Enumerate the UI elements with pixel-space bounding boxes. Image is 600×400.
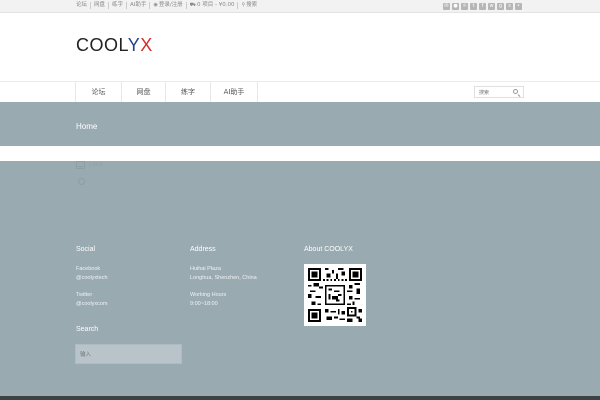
footer-social-facebook-label: Facebook <box>76 266 101 272</box>
circle-icon <box>78 178 85 185</box>
search-icon: ⚲ <box>241 2 246 8</box>
top-nav-calligraphy[interactable]: 练字 <box>109 2 128 9</box>
cart-icon: ⛟ <box>189 2 196 8</box>
menu-item-forum[interactable]: 论坛 <box>76 82 122 102</box>
cart-label: 0 项目 - ¥0.00 <box>196 2 235 8</box>
site-logo[interactable]: COOLYX <box>76 35 153 56</box>
footer-about-heading: About COOLYX <box>304 246 353 253</box>
menu-item-ai[interactable]: AI助手 <box>211 82 258 102</box>
footer-address-line2: Longhua, Shenzhen, China <box>190 275 257 281</box>
page-title-bar: Home <box>0 102 600 146</box>
footer-address-heading: Address <box>190 246 216 253</box>
rss-icon[interactable]: ☼ <box>461 3 468 10</box>
facebook-icon[interactable]: f <box>479 3 486 10</box>
login-label: 登录/注册 <box>158 2 183 8</box>
main-menu: 论坛 网盘 练字 AI助手 <box>75 82 258 102</box>
github-icon[interactable]: g <box>497 3 504 10</box>
qr-code-image <box>304 264 366 326</box>
top-nav-search[interactable]: ⚲搜索 <box>238 2 260 9</box>
footer-social-heading: Social <box>76 246 96 253</box>
twitter-icon[interactable]: t <box>470 3 477 10</box>
footer-social-twitter-handle[interactable]: @coolyxcom <box>76 300 108 309</box>
footer-search-input[interactable] <box>80 350 170 359</box>
top-nav-login[interactable]: ◉登录/注册 <box>150 2 187 9</box>
footer-address-line1: Huihai Plaza <box>190 266 221 272</box>
footer-social-twitter-label: Twitter <box>76 292 93 298</box>
user-icon: ◉ <box>153 2 158 8</box>
weibo-icon[interactable]: w <box>488 3 495 10</box>
top-nav-forum[interactable]: 论坛 <box>76 2 92 9</box>
qr-code-icon <box>308 268 362 322</box>
menu-search-box <box>474 86 524 98</box>
footer-social-facebook-handle[interactable]: @coolyxtech <box>76 274 108 283</box>
footer-search-heading: Search <box>76 326 99 333</box>
top-nav-disk[interactable]: 网盘 <box>91 2 110 9</box>
flickr-icon[interactable]: • <box>515 3 522 10</box>
social-icons: ✉ ● ☼ t f w g s • <box>443 3 522 10</box>
skype-icon[interactable]: s <box>506 3 513 10</box>
list-icon <box>76 161 85 169</box>
main-menu-bar: 论坛 网盘 练字 AI助手 <box>0 81 600 102</box>
android-icon[interactable]: ● <box>452 3 459 10</box>
logo-part3: X <box>140 35 153 55</box>
content-strip <box>0 146 600 161</box>
site-header: COOLYX <box>0 13 600 81</box>
page-title: Home <box>76 122 98 131</box>
top-utility-bar: 论坛 网盘 练字 AI助手 ◉登录/注册 ⛟0 项目 - ¥0.00 ⚲搜索 ✉… <box>0 0 600 13</box>
footer-search-box <box>75 344 182 364</box>
top-search-label: 搜索 <box>246 2 258 8</box>
envelope-icon[interactable]: ✉ <box>443 3 450 10</box>
logo-part2: Y <box>127 35 141 55</box>
footer-hours-label: Working Hours <box>190 292 227 298</box>
bottom-bar <box>0 396 600 400</box>
menu-search-input[interactable] <box>479 88 509 97</box>
search-icon[interactable] <box>513 89 518 94</box>
top-nav: 论坛 网盘 练字 AI助手 ◉登录/注册 ⛟0 项目 - ¥0.00 ⚲搜索 <box>76 2 260 9</box>
menu-item-calligraphy[interactable]: 练字 <box>166 82 211 102</box>
top-nav-cart[interactable]: ⛟0 项目 - ¥0.00 <box>187 2 239 9</box>
menu-item-disk[interactable]: 网盘 <box>122 82 166 102</box>
logo-part1: COOL <box>76 35 128 55</box>
ghost-list-label: Lists <box>89 161 103 168</box>
top-nav-ai[interactable]: AI助手 <box>127 2 151 9</box>
footer-hours-value: 9:00~18:00 <box>190 301 218 307</box>
